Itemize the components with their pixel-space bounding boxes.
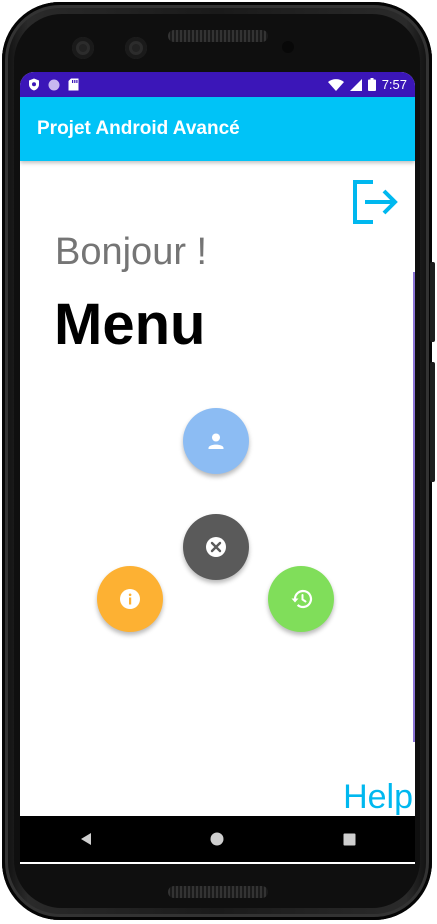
proximity-sensor — [282, 41, 294, 53]
person-icon — [208, 433, 224, 449]
recents-button[interactable] — [329, 819, 369, 859]
logout-icon — [353, 180, 398, 224]
volume-button — [430, 362, 435, 482]
front-camera-secondary — [125, 37, 147, 59]
wifi-icon — [327, 78, 344, 91]
app-bar: Projet Android Avancé — [20, 97, 415, 161]
back-button[interactable] — [66, 819, 106, 859]
front-camera — [72, 37, 94, 59]
info-icon — [120, 589, 140, 609]
shield-icon — [29, 78, 39, 91]
power-button — [430, 262, 435, 342]
navigation-bar — [20, 816, 415, 862]
info-button[interactable] — [97, 566, 163, 632]
sd-card-icon — [68, 78, 79, 91]
close-icon — [206, 537, 226, 557]
scrollbar — [413, 272, 415, 742]
bottom-speaker — [168, 886, 268, 898]
circle-notification-icon — [48, 79, 60, 90]
main-content: Bonjour ! Menu Help — [20, 161, 415, 817]
recents-icon — [343, 833, 356, 845]
screen: 7:57 Projet Android Avancé Bonjour ! Men… — [20, 72, 415, 864]
back-icon — [80, 833, 91, 845]
battery-icon — [367, 78, 376, 91]
history-button[interactable] — [268, 566, 334, 632]
status-bar: 7:57 — [20, 72, 415, 97]
history-icon — [291, 589, 313, 609]
app-title: Projet Android Avancé — [37, 118, 240, 139]
help-link[interactable]: Help — [343, 778, 413, 817]
home-button[interactable] — [197, 819, 237, 859]
signal-icon — [349, 78, 362, 91]
logout-button[interactable] — [351, 178, 401, 226]
greeting-text: Bonjour ! — [55, 231, 208, 273]
earpiece-speaker — [168, 30, 268, 42]
page-title: Menu — [54, 292, 206, 357]
close-menu-button[interactable] — [183, 514, 249, 580]
profile-button[interactable] — [183, 408, 249, 474]
status-time: 7:57 — [381, 77, 407, 92]
home-icon — [210, 832, 224, 846]
